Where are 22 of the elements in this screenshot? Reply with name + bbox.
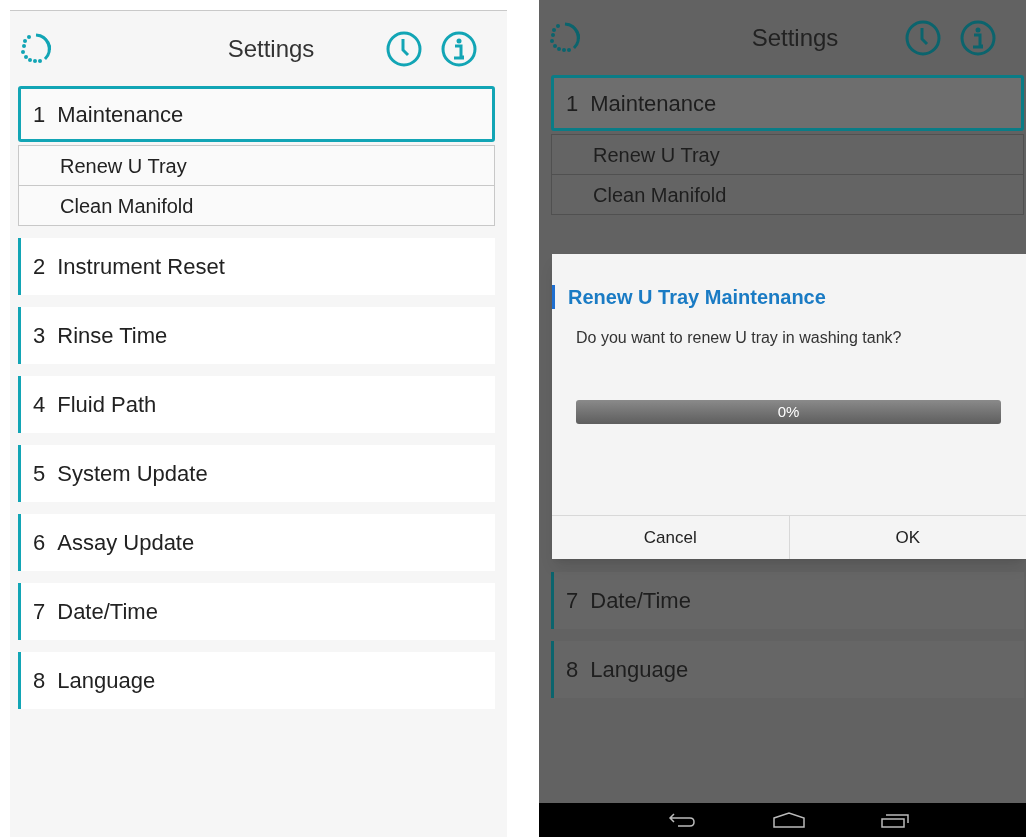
settings-item[interactable]: 2 Instrument Reset — [18, 238, 495, 295]
screen-title: Settings — [226, 33, 316, 64]
progress-label: 0% — [777, 401, 800, 422]
submenu-item[interactable]: Renew U Tray — [18, 145, 495, 186]
dialog-title: Renew U Tray Maintenance — [567, 285, 826, 310]
submenu-item[interactable]: Clean Manifold — [18, 185, 495, 226]
back-icon[interactable] — [668, 812, 696, 828]
settings-item[interactable]: 3 Rinse Time — [18, 307, 495, 364]
recent-apps-icon[interactable] — [881, 812, 911, 828]
dialog-button[interactable]: OK — [788, 516, 1026, 559]
clock-icon[interactable] — [386, 30, 422, 67]
dialog-button[interactable]: Cancel — [552, 516, 789, 559]
settings-item[interactable]: 1 Maintenance — [18, 86, 495, 142]
settings-item[interactable]: 6 Assay Update — [18, 514, 495, 571]
screen-title: Settings — [750, 22, 840, 53]
settings-item[interactable]: 7 Date/Time — [18, 583, 495, 640]
settings-item[interactable]: 4 Fluid Path — [18, 376, 495, 433]
dialog-message: Do you want to renew U tray in washing tank? — [575, 328, 903, 348]
info-icon[interactable] — [441, 30, 477, 67]
settings-item[interactable]: 8 Language — [18, 652, 495, 709]
settings-item[interactable]: 5 System Update — [18, 445, 495, 502]
home-icon[interactable] — [773, 812, 805, 828]
